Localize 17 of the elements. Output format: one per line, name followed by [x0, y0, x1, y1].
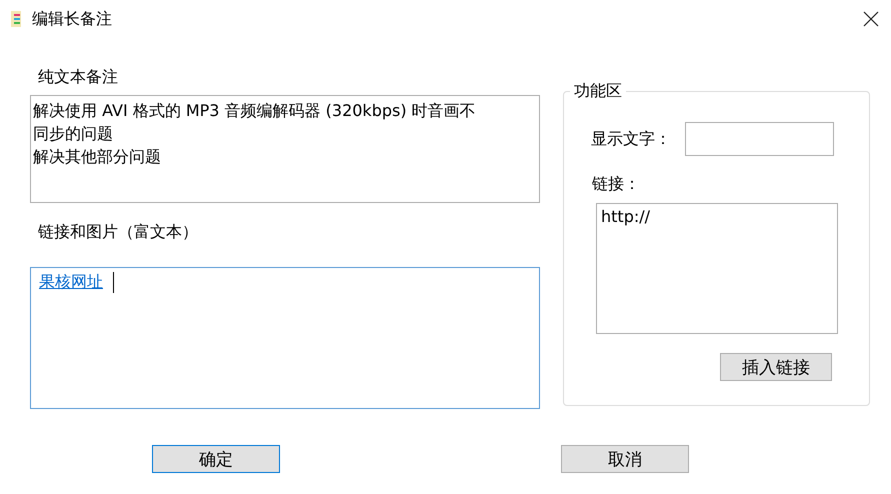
field-label: 链接和图片（富文本）: [38, 222, 199, 242]
field-label: 链接：: [592, 174, 641, 195]
input-field[interactable]: [685, 122, 834, 156]
ok-button[interactable]: 确定: [152, 445, 280, 473]
url-field[interactable]: http://: [596, 203, 838, 334]
close-icon[interactable]: [863, 11, 879, 27]
app-icon: [10, 10, 24, 28]
rich-text-field[interactable]: 果核网址: [30, 267, 540, 409]
link[interactable]: 果核网址: [39, 272, 103, 292]
field-label: 显示文字：: [591, 128, 671, 150]
text-cursor: [113, 272, 114, 293]
group-title: 功能区: [573, 81, 623, 102]
field-label: 纯文本备注: [38, 67, 119, 87]
cancel-button[interactable]: 取消: [561, 445, 689, 473]
plain-text-field[interactable]: 解决使用 AVI 格式的 MP3 音频编解码器 (320kbps) 时音画不 同步的问题 解决其他部分问题: [30, 95, 540, 203]
insert-link-button[interactable]: 插入链接: [720, 353, 832, 381]
window-title: 编辑长备注: [32, 8, 113, 30]
